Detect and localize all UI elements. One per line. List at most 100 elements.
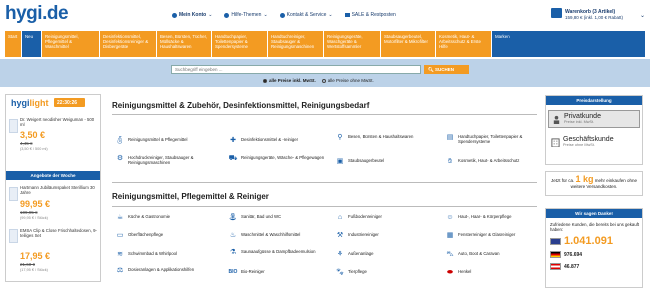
category-label: Industriereiniger [348,232,379,237]
offer-old-price: 21,60 € [20,262,36,267]
product-thumbnail[interactable] [9,187,18,201]
chevron-down-icon: ⌄ [208,12,213,18]
sale-label: SALE & Restposten [351,12,396,18]
divider [112,206,537,207]
highlight-unit-price: (3,50 € / 500 ml) [20,147,48,151]
search-input[interactable] [171,65,421,74]
offer-price: 17,95 € [20,251,51,261]
total-customers: 1.041.091 [550,235,613,247]
skin-icon: ☺︎ [446,214,454,222]
category-link[interactable]: 🧴︎ Reinigungsmittel & Pflegemittel [115,137,223,145]
category-link[interactable]: BIO Bio-Reiniger [228,269,336,277]
radio-gross[interactable]: alle Preise ohne MwSt. [321,78,374,83]
category-link[interactable]: ▤ Handtuchpapier, Toilettenpapier & Spend… [445,134,553,144]
category-link[interactable]: ⚙ Hochdruckreiniger, Staubsauger & Reinig… [115,155,223,165]
category-label: Waschmittel & Waschhilfsmittel [241,232,301,237]
category-link[interactable]: ⌂ Fußbodenreiniger [335,214,443,222]
nav-item-reinigungsgeraete[interactable]: Reinigungsgeräte, Waschgeräte & Wertstof… [324,31,381,57]
nav-item-desinfektion[interactable]: Desinfektionsmittel, Desinfektionsreinig… [100,31,157,57]
cart-widget[interactable]: Warenkorb (3 Artikel) 159,80 € (inkl. 1,… [551,7,646,23]
radio-net[interactable]: alle Preise inkl. MwSt. [263,78,316,83]
private-customer-option[interactable]: Privatkunde Preise inkl. MwSt. [548,110,640,128]
shipping-info: Jetzt für ca. 1 kg mehr einkaufen ohne w… [545,171,643,196]
laundry-icon: ♨︎ [229,232,237,240]
sale-icon [344,13,350,17]
cart-icon [551,8,562,18]
nav-item-handtuchpapier[interactable]: Handtuchpapier, Toilettenpapier & Spende… [212,31,268,57]
sale-link[interactable]: SALE & Restposten [344,12,396,18]
category-link[interactable]: ▣ Staubsaugerbeutel [335,158,443,166]
category-link[interactable]: ⚘ Außenanlage [335,251,443,259]
nav-item-kosmetik[interactable]: Kosmetik, Haut- & Arbeitsschutz & Erste … [436,31,492,57]
category-label: Fußbodenreiniger [348,214,382,219]
nav-item-besen[interactable]: Besen, Bürsten, Tücher, Müllsäcke & Haus… [157,31,212,57]
chevron-down-icon: ⌄ [263,12,268,18]
category-link[interactable]: ⚲ Besen, Bürsten & Haushaltswaren [335,134,443,142]
category-label: Reinigungsmittel & Pflegemittel [128,137,188,142]
category-link[interactable]: ≋ Schwimmbad & Whirlpool [115,251,223,259]
category-link[interactable]: ✋︎ Kosmetik, Haut- & Arbeitsschutz [445,158,553,166]
category-link[interactable]: 🐾︎ Tierpflege [335,269,443,277]
product-thumbnail[interactable] [9,229,18,243]
category-link[interactable]: ✚ Desinfektionsmittel & -reiniger [228,137,336,145]
building-icon [551,138,560,147]
category-label: Tierpflege [348,269,367,274]
category-link[interactable]: ☕︎ Küche & Gastronomie [115,214,223,222]
category-link[interactable]: ⛲︎ Sanitär, Bad und WC [228,214,336,222]
account-link[interactable]: Mein Konto ⌄ [172,12,212,18]
section-title: Reinigungsmittel & Zubehör, Desinfektion… [112,101,370,110]
category-link[interactable]: ⛟ Reinigungsgeräte, Wäsche- & Pflegewagen [228,155,336,163]
vacuum-icon: ⚙ [116,155,124,163]
category-label: Desinfektionsmittel & -reiniger [241,137,299,142]
thanks-panel: Wir sagen Danke! Zufriedene Kunden, die … [545,208,643,288]
category-link[interactable]: ⚖ Dosieranlagen & Applikationshilfen [115,267,223,275]
account-label: Mein Konto [179,12,207,18]
person-icon [553,115,560,124]
highlight-product-name[interactable]: Dr. Weigert neodisher Weiguman - 500 ml [20,117,98,127]
bag-icon: ▣ [336,158,344,166]
category-link[interactable]: ⛍ Auto, Boot & Caravan [445,251,553,259]
logo[interactable]: hygi.de [5,3,69,25]
business-customer-option[interactable]: Geschäftskunde Preise ohne MwSt. [548,134,640,152]
category-link[interactable]: ⚗ Saunaaufgüsse & Dampfbadeemulsion [228,249,336,257]
category-link[interactable]: ▦ Fensterreiniger & Glasreiniger [445,232,553,240]
nav-item-marken[interactable]: Marken [492,31,646,57]
category-link[interactable]: ▭ Oberflächenpflege [115,232,223,240]
product-thumbnail[interactable] [9,119,18,133]
contact-link[interactable]: Kontakt & Service ⌄ [279,12,333,18]
industry-icon: ⚒ [336,232,344,240]
eu-flag-icon [550,237,561,245]
help-link[interactable]: Hilfe-Themen ⌄ [224,12,268,18]
user-icon [172,12,177,18]
offer-product-name[interactable]: EMSA Clip & Close Frischhaltedosen, 9-te… [20,228,98,238]
countdown-timer: 22:30:26 [54,98,85,107]
category-link[interactable]: ⚒ Industriereiniger [335,232,443,240]
sanitary-icon: ⛲︎ [228,214,238,222]
nav-item-staubsaugerbeutel[interactable]: Staubsaugerbeutel, Motorfilter & Mikrofi… [381,31,436,57]
price-radio-group: alle Preise inkl. MwSt. alle Preise ohne… [263,78,374,83]
sauna-icon: ⚗ [229,249,237,257]
category-link[interactable]: ♨︎ Waschmittel & Waschhilfsmittel [228,232,336,240]
category-link[interactable]: ⬬ Henkel [445,269,553,277]
nav-item-reinigungsmittel[interactable]: Reinigungsmittel, Pflegemittel & Waschmi… [42,31,100,57]
category-label: Außenanlage [348,251,374,256]
radio-dot [321,78,326,83]
surface-icon: ▭ [116,232,124,240]
category-label: Oberflächenpflege [128,232,164,237]
nav-item-neu[interactable]: Neu [22,31,42,57]
floor-icon: ⌂ [337,214,343,222]
animal-icon: 🐾︎ [335,269,345,277]
business-label: Geschäftskunde [563,136,614,143]
offer-product-name[interactable]: Hartmann Jubiläumspaket Sterillium 30 Ja… [20,185,98,195]
category-label: Kosmetik, Haut- & Arbeitsschutz [458,158,520,163]
dosing-icon: ⚖ [116,267,124,275]
category-nav: Start Neu Reinigungsmittel, Pflegemittel… [5,31,646,57]
nav-item-handtuchreiniger[interactable]: Handtuchreiniger, Staubsauger & Reinigun… [268,31,324,57]
spray-icon: ✚ [230,137,236,145]
radio-dot [263,78,267,83]
search-button[interactable]: 🔍︎ SUCHEN [424,65,469,74]
highlight-old-price: 4,45 € [20,141,33,146]
category-link[interactable]: ☺︎ Haut-, Haar- & Körperpflege [445,214,553,222]
bottles-icon: 🧴︎ [115,137,125,145]
nav-item-start[interactable]: Start [5,31,22,57]
